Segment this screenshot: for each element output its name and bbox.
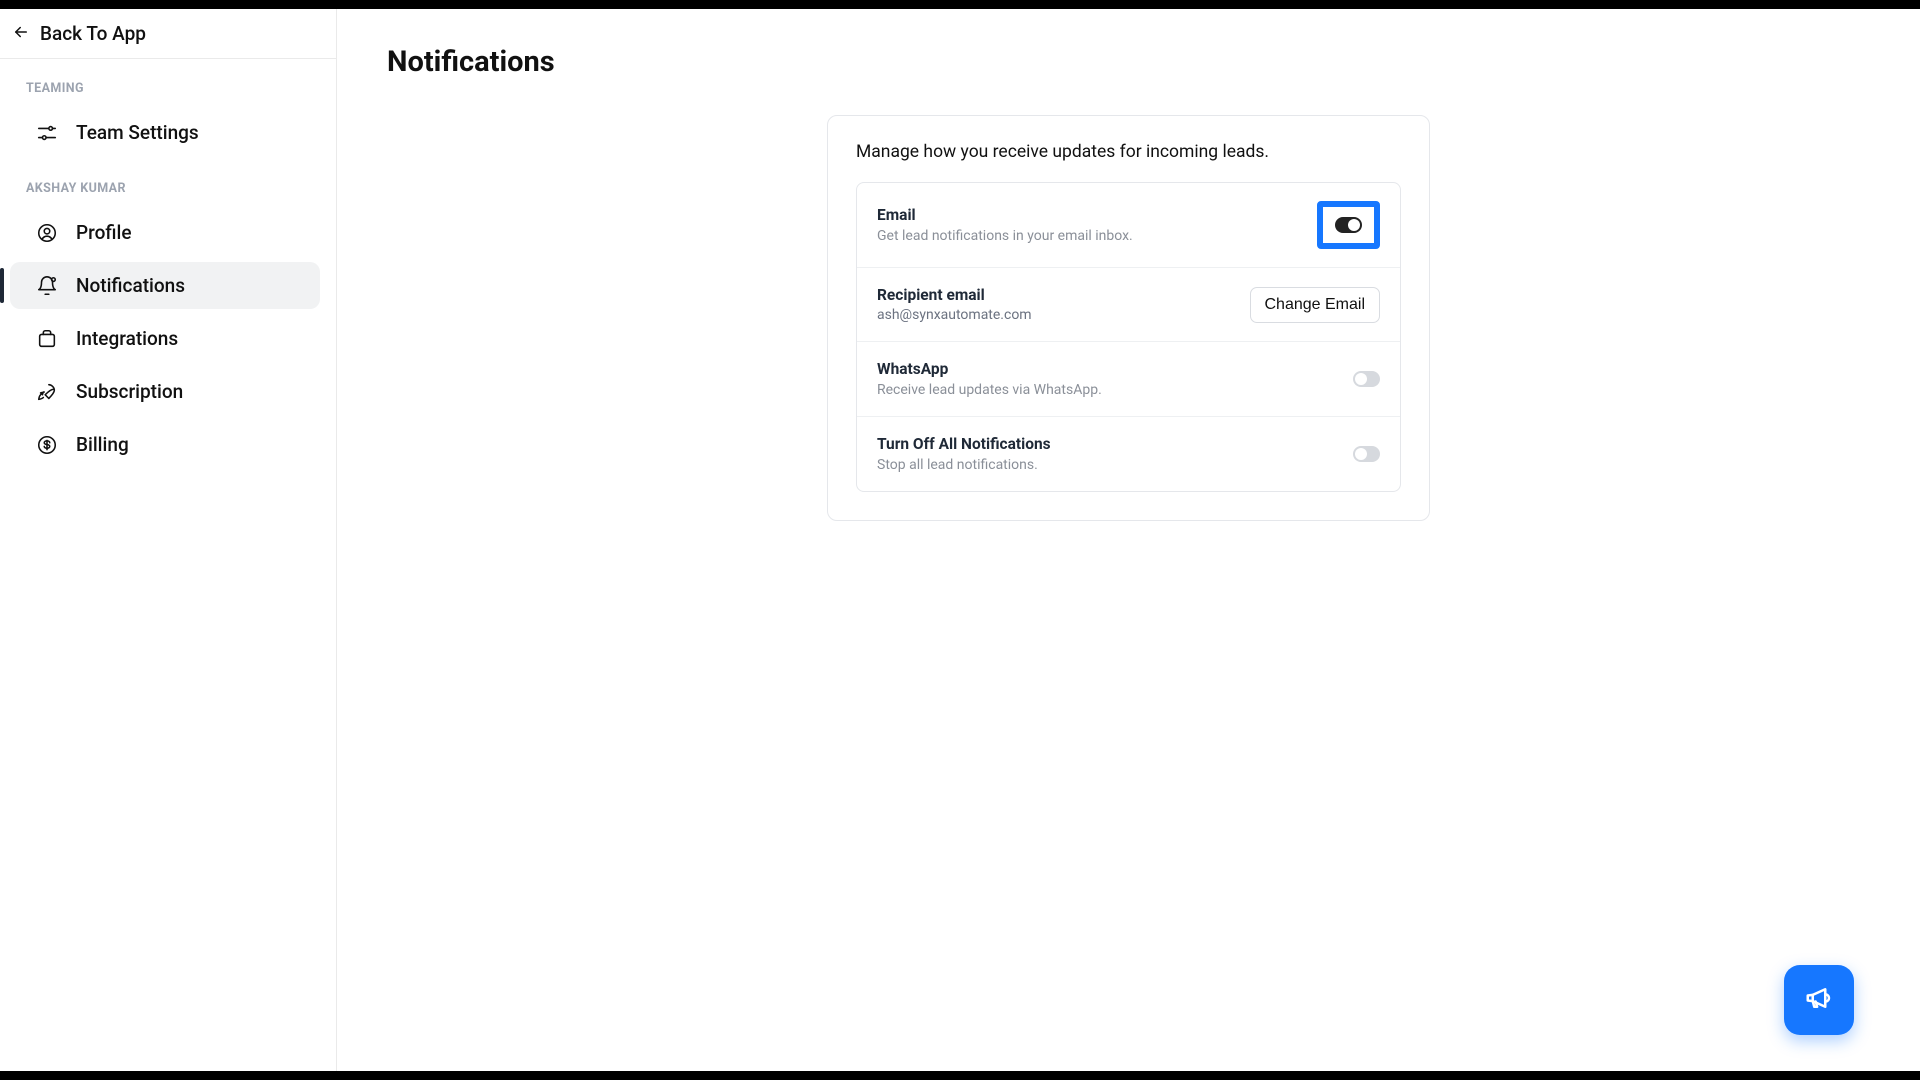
- row-recipient-text: Recipient email ash@synxautomate.com: [877, 286, 1032, 323]
- dollar-circle-icon: [36, 434, 58, 456]
- sidebar-item-profile[interactable]: Profile: [10, 209, 320, 256]
- recipient-title: Recipient email: [877, 286, 1032, 304]
- nav-label: Team Settings: [76, 121, 199, 144]
- row-email-text: Email Get lead notifications in your ema…: [877, 206, 1133, 244]
- megaphone-icon: [1804, 983, 1834, 1017]
- card-wrap: Manage how you receive updates for incom…: [387, 115, 1870, 521]
- back-to-app[interactable]: Back To App: [0, 9, 336, 59]
- feedback-fab[interactable]: [1784, 965, 1854, 1035]
- email-toggle[interactable]: [1335, 217, 1362, 233]
- recipient-value: ash@synxautomate.com: [877, 307, 1032, 323]
- rocket-icon: [36, 381, 58, 403]
- row-whatsapp-text: WhatsApp Receive lead updates via WhatsA…: [877, 360, 1102, 398]
- sidebar: Back To App Teaming Team Settings Akshay…: [0, 9, 337, 1071]
- letterbox-bottom: [0, 1071, 1920, 1080]
- app-shell: Back To App Teaming Team Settings Akshay…: [0, 9, 1920, 1071]
- sidebar-item-integrations[interactable]: Integrations: [10, 315, 320, 362]
- user-circle-icon: [36, 222, 58, 244]
- turnoff-title: Turn Off All Notifications: [877, 435, 1051, 453]
- toggle-knob: [1348, 219, 1360, 231]
- section-teaming: Teaming: [0, 59, 336, 106]
- section-user: Akshay Kumar: [0, 159, 336, 206]
- whatsapp-title: WhatsApp: [877, 360, 1102, 378]
- email-title: Email: [877, 206, 1133, 224]
- settings-panel: Email Get lead notifications in your ema…: [856, 182, 1401, 492]
- email-sub: Get lead notifications in your email inb…: [877, 228, 1133, 244]
- sliders-icon: [36, 122, 58, 144]
- card-header: Manage how you receive updates for incom…: [828, 116, 1429, 182]
- email-toggle-highlight: [1317, 201, 1380, 249]
- main-content: Notifications Manage how you receive upd…: [337, 9, 1920, 1071]
- toggle-knob: [1355, 373, 1367, 385]
- row-whatsapp: WhatsApp Receive lead updates via WhatsA…: [857, 342, 1400, 417]
- row-email: Email Get lead notifications in your ema…: [857, 183, 1400, 268]
- nav-label: Subscription: [76, 380, 183, 403]
- sidebar-item-subscription[interactable]: Subscription: [10, 368, 320, 415]
- nav-label: Notifications: [76, 274, 185, 297]
- row-recipient: Recipient email ash@synxautomate.com Cha…: [857, 268, 1400, 342]
- row-turnoff-text: Turn Off All Notifications Stop all lead…: [877, 435, 1051, 473]
- notifications-card: Manage how you receive updates for incom…: [827, 115, 1430, 521]
- toggle-knob: [1355, 448, 1367, 460]
- nav-label: Profile: [76, 221, 132, 244]
- turnoff-sub: Stop all lead notifications.: [877, 457, 1051, 473]
- sidebar-item-team-settings[interactable]: Team Settings: [10, 109, 320, 156]
- page-title: Notifications: [387, 45, 1870, 79]
- sidebar-item-billing[interactable]: Billing: [10, 421, 320, 468]
- package-icon: [36, 328, 58, 350]
- whatsapp-sub: Receive lead updates via WhatsApp.: [877, 382, 1102, 398]
- sidebar-item-notifications[interactable]: Notifications: [10, 262, 320, 309]
- bell-icon: [36, 275, 58, 297]
- row-turnoff: Turn Off All Notifications Stop all lead…: [857, 417, 1400, 491]
- whatsapp-toggle[interactable]: [1353, 371, 1380, 387]
- letterbox-top: [0, 0, 1920, 9]
- change-email-button[interactable]: Change Email: [1250, 287, 1381, 323]
- back-label: Back To App: [40, 22, 146, 45]
- nav-label: Integrations: [76, 327, 178, 350]
- turnoff-toggle[interactable]: [1353, 446, 1380, 462]
- nav-label: Billing: [76, 433, 129, 456]
- arrow-left-icon: [12, 23, 30, 45]
